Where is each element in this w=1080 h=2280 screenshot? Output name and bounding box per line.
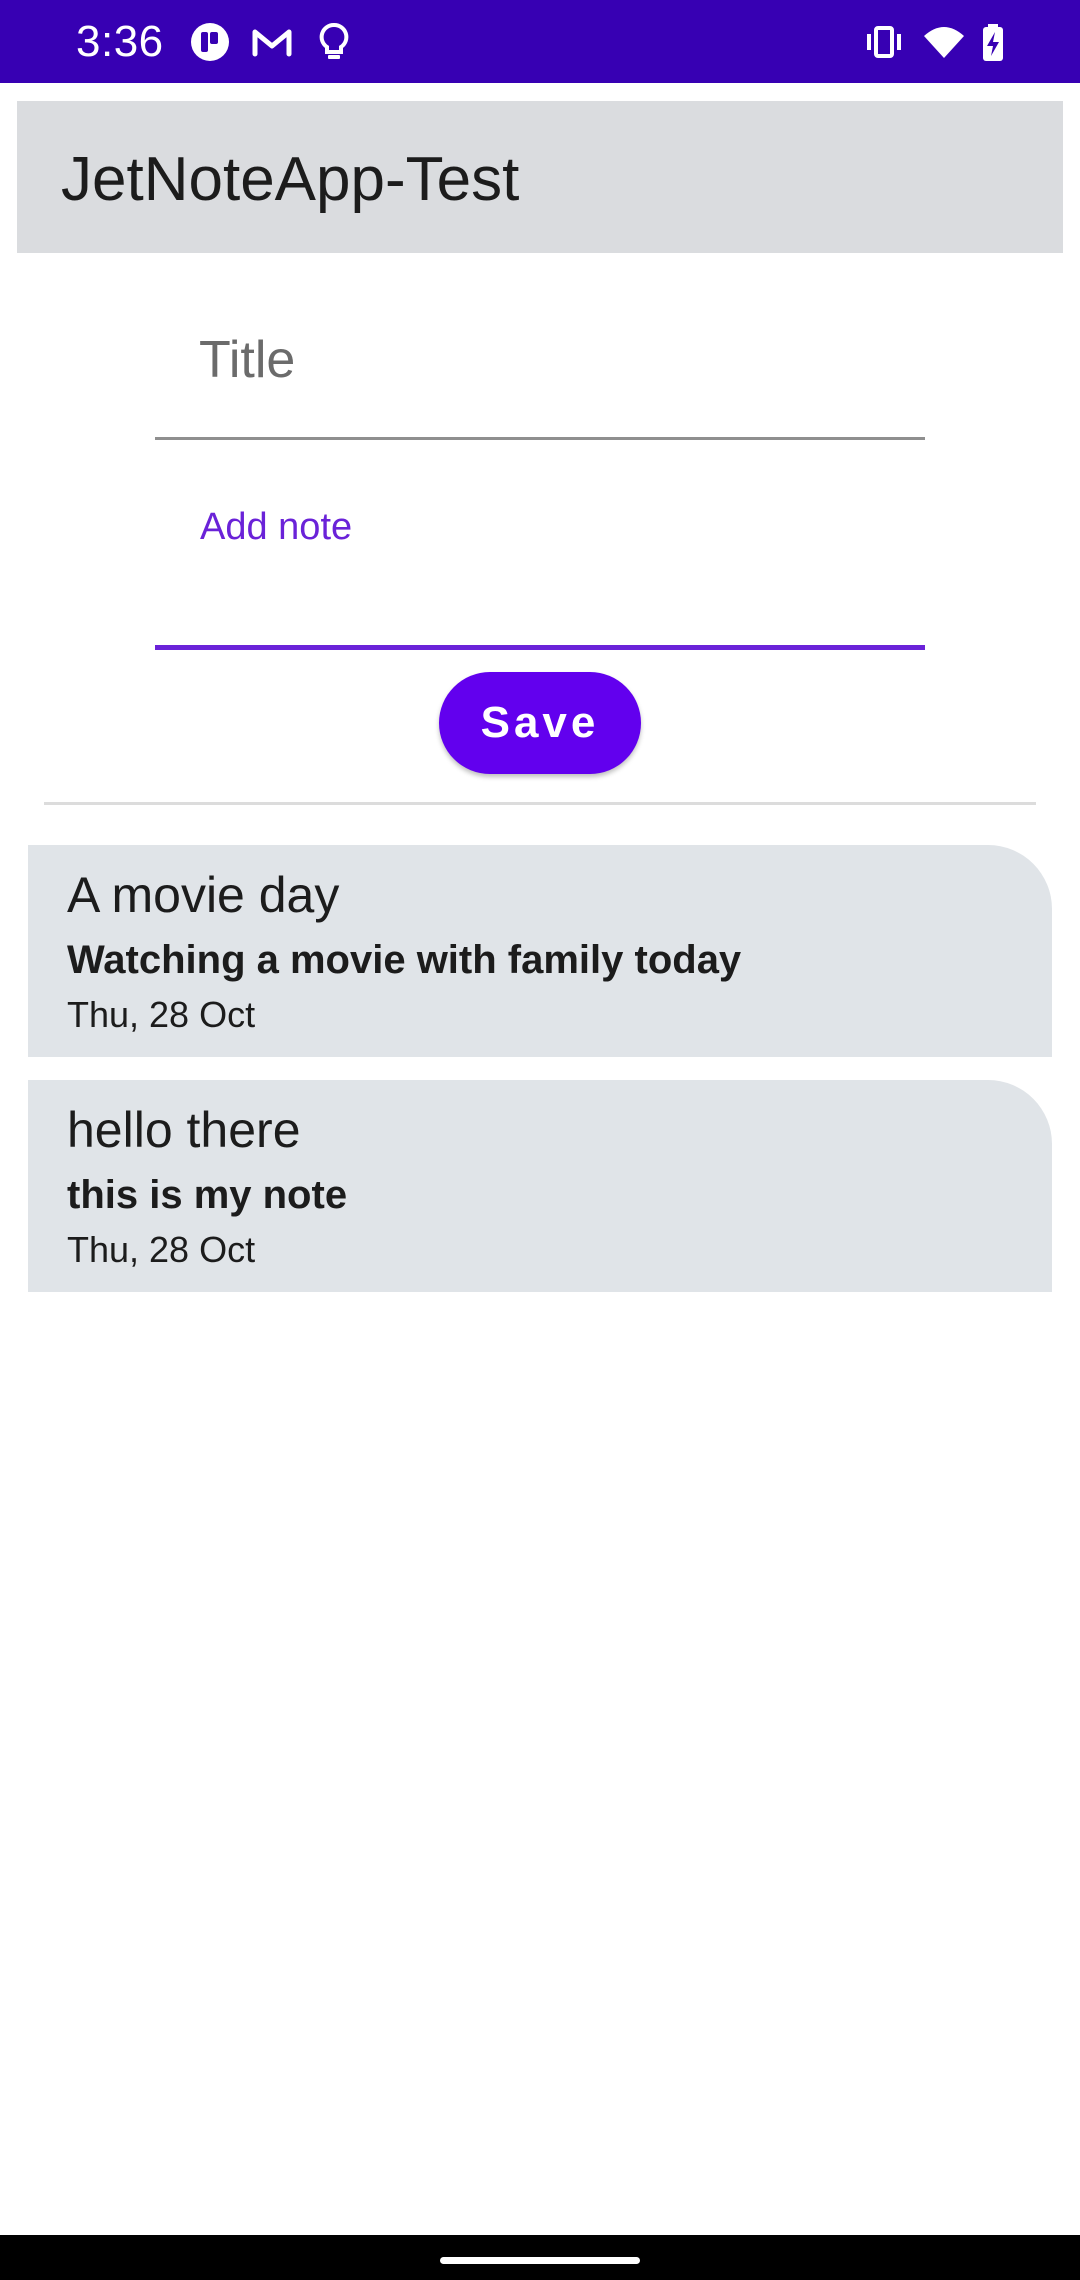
note-field-label: Add note <box>200 506 353 548</box>
note-date: Thu, 28 Oct <box>67 994 256 1035</box>
top-app-bar: JetNoteApp-Test <box>17 101 1063 253</box>
note-field[interactable]: Add note <box>155 470 925 650</box>
home-gesture-handle[interactable] <box>440 2257 640 2264</box>
vibrate-icon <box>862 20 906 64</box>
note-body: Watching a movie with family today <box>67 938 742 982</box>
navigation-bar <box>0 2235 1080 2280</box>
note-body: this is my note <box>67 1173 348 1217</box>
title-field-underline <box>155 437 925 440</box>
note-field-underline <box>155 645 925 650</box>
note-card[interactable]: A movie day Watching a movie with family… <box>28 845 1052 1057</box>
divider <box>44 802 1036 805</box>
status-bar: 3:36 <box>0 0 1080 83</box>
wifi-icon <box>922 20 966 64</box>
status-time: 3:36 <box>76 17 164 66</box>
save-button[interactable]: Save <box>439 672 641 774</box>
title-input[interactable] <box>199 330 879 390</box>
gmail-icon <box>250 20 294 64</box>
note-title: hello there <box>67 1102 301 1158</box>
lightbulb-icon <box>312 20 356 64</box>
note-card[interactable]: hello there this is my note Thu, 28 Oct <box>28 1080 1052 1292</box>
battery-charging-icon <box>972 20 1016 64</box>
note-app-screen: 3:36 JetNoteApp-Test Title Add note Save… <box>0 0 1080 2280</box>
note-date: Thu, 28 Oct <box>67 1229 256 1270</box>
app-notification-icon <box>188 20 232 64</box>
title-field[interactable] <box>155 300 925 440</box>
app-title: JetNoteApp-Test <box>61 145 520 214</box>
note-title: A movie day <box>67 867 340 923</box>
